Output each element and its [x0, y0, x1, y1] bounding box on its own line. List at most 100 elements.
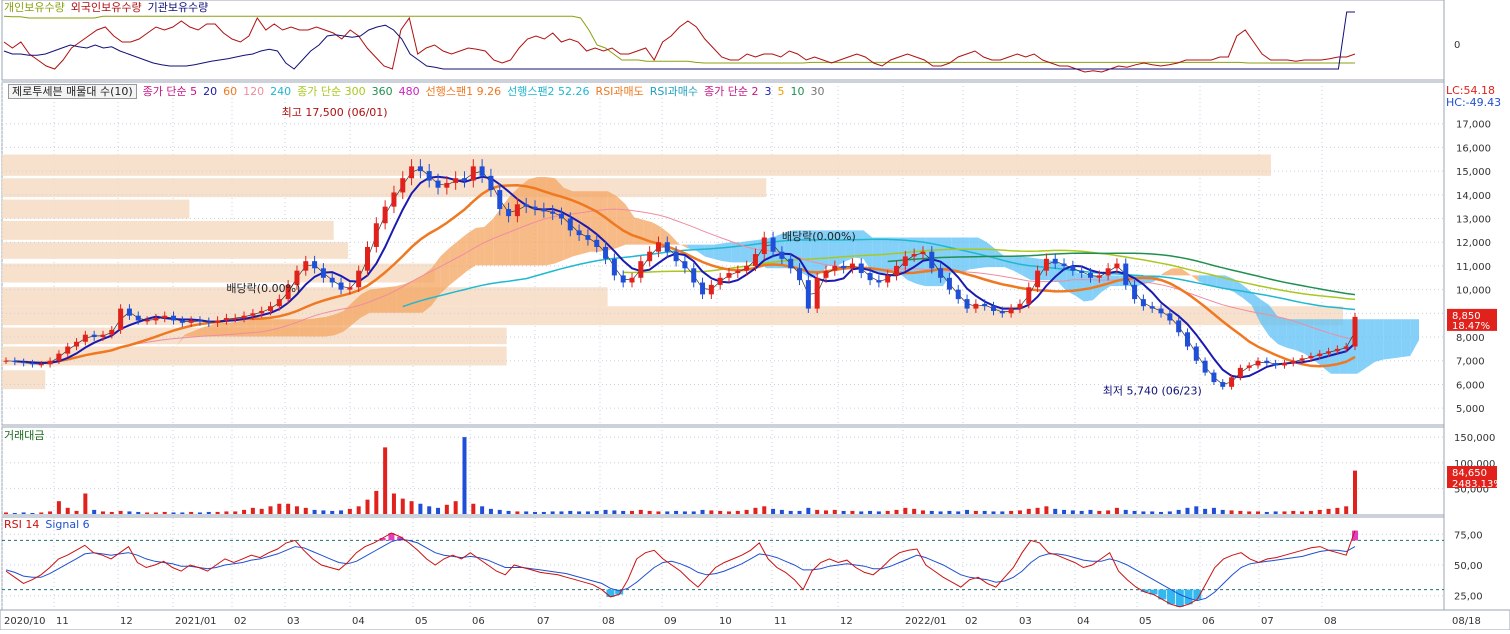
volume-bar: [1238, 510, 1243, 514]
signal-label[interactable]: Signal 6: [45, 518, 89, 531]
candle-body: [832, 265, 838, 271]
price-legend-item[interactable]: 5: [778, 85, 785, 98]
candle-body: [655, 242, 661, 252]
volume-bar: [268, 506, 273, 514]
candle-body: [638, 261, 644, 278]
price-legend-item[interactable]: 10: [791, 85, 805, 98]
candle-body: [1149, 306, 1155, 309]
candle-body: [506, 209, 512, 217]
price-legend-item[interactable]: 480: [399, 85, 420, 98]
candle-body: [241, 315, 247, 319]
supply-band: [2, 154, 1271, 176]
candle-body: [700, 282, 706, 295]
price-legend-item[interactable]: 선행스팬1 9.26: [426, 85, 501, 98]
volume-bar: [321, 510, 326, 514]
price-legend-item[interactable]: 30: [811, 85, 825, 98]
candle-body: [1035, 270, 1041, 288]
volume-bar: [1317, 509, 1322, 514]
candle-body: [118, 308, 124, 330]
candle-body: [946, 277, 952, 290]
candle-body: [744, 265, 750, 271]
price-legend-item[interactable]: 3: [765, 85, 772, 98]
price-legend-item[interactable]: 제로투세븐 매물대 수(10): [8, 84, 137, 99]
ichimoku-cloud-segment: [299, 319, 309, 337]
price-corner-hc: HC:-49.43: [1446, 96, 1502, 109]
candle-body: [514, 204, 520, 217]
volume-bar: [1203, 508, 1208, 514]
volume-bar: [559, 511, 564, 514]
volume-bar: [991, 511, 996, 514]
candle-body: [876, 280, 882, 283]
candle-body: [1220, 382, 1226, 387]
candle-body: [1255, 360, 1261, 366]
price-legend-item[interactable]: 20: [203, 85, 217, 98]
candle-body: [558, 213, 564, 219]
price-legend-item[interactable]: 360: [372, 85, 393, 98]
volume-bar: [682, 511, 687, 514]
ichimoku-cloud-segment: [1207, 275, 1217, 287]
volume-bar: [374, 490, 379, 514]
price-tick-label: 13,000: [1456, 215, 1491, 226]
price-legend-item[interactable]: 240: [270, 85, 291, 98]
supply-band: [2, 287, 608, 307]
price-tick-label: 6,000: [1456, 380, 1485, 391]
candle-body: [902, 256, 908, 266]
volume-bar: [453, 501, 458, 514]
price-legend-item[interactable]: 종가 단순 5: [143, 85, 197, 98]
legend-personal[interactable]: 개인보유수량: [4, 1, 65, 14]
supply-band: [2, 242, 349, 259]
volume-bar: [418, 503, 423, 514]
candle-body: [955, 289, 961, 300]
volume-bar: [1344, 506, 1349, 514]
ichimoku-cloud-segment: [281, 319, 291, 337]
candle-body: [867, 273, 873, 281]
price-legend-item[interactable]: RSI과매수: [650, 85, 698, 98]
volume-bar: [1256, 511, 1261, 514]
volume-bar: [145, 512, 150, 514]
price-legend-item[interactable]: 종가 단순 300: [297, 85, 365, 98]
candle-body: [91, 334, 97, 338]
volume-bar: [568, 510, 573, 514]
candle-body: [717, 277, 723, 285]
ichimoku-cloud-segment: [960, 237, 970, 274]
candle-body: [1087, 273, 1093, 278]
volume-bar: [303, 507, 308, 514]
ichimoku-cloud-segment: [519, 179, 529, 266]
candle-body: [1229, 377, 1235, 387]
price-legend-item[interactable]: 선행스팬2 52.26: [507, 85, 589, 98]
candle-body: [1026, 287, 1032, 304]
candle-body: [100, 334, 106, 338]
volume-bar: [197, 512, 202, 514]
volume-bar: [594, 510, 599, 514]
volume-tick-label: 150,000: [1454, 433, 1495, 444]
ichimoku-cloud-segment: [951, 237, 961, 274]
volume-bar: [436, 507, 441, 514]
rsi-label[interactable]: RSI 14: [4, 518, 39, 531]
rsi-tick-label: 50,00: [1454, 561, 1483, 572]
ichimoku-cloud-segment: [1286, 319, 1296, 351]
volume-bar: [1353, 470, 1357, 514]
supply-band: [2, 199, 190, 219]
candle-body: [858, 263, 864, 274]
candle-body: [1176, 320, 1182, 333]
low-price-annotation: 최저 5,740 (06/23): [1103, 385, 1202, 398]
candle-body: [153, 318, 159, 321]
volume-bar: [903, 507, 908, 514]
candle-body: [550, 211, 556, 214]
volume-bar: [577, 511, 582, 514]
price-tick-label: 7,000: [1456, 357, 1485, 368]
legend-institution[interactable]: 기관보유수량: [148, 1, 209, 14]
price-legend-item[interactable]: 종가 단순 2: [704, 85, 758, 98]
ichimoku-cloud-segment: [978, 237, 987, 269]
price-legend-item[interactable]: 120: [243, 85, 264, 98]
x-tick-label: 04: [1077, 616, 1090, 627]
candle-body: [1202, 360, 1208, 373]
legend-foreign[interactable]: 외국인보유수량: [71, 1, 142, 14]
volume-bar: [541, 511, 546, 514]
price-legend-item[interactable]: 60: [223, 85, 237, 98]
price-legend-item[interactable]: RSI과매도: [596, 85, 644, 98]
price-tick-label: 14,000: [1456, 191, 1491, 202]
volume-bar: [735, 510, 740, 514]
price-tick-label: 16,000: [1456, 143, 1491, 154]
candle-body: [1343, 346, 1349, 349]
